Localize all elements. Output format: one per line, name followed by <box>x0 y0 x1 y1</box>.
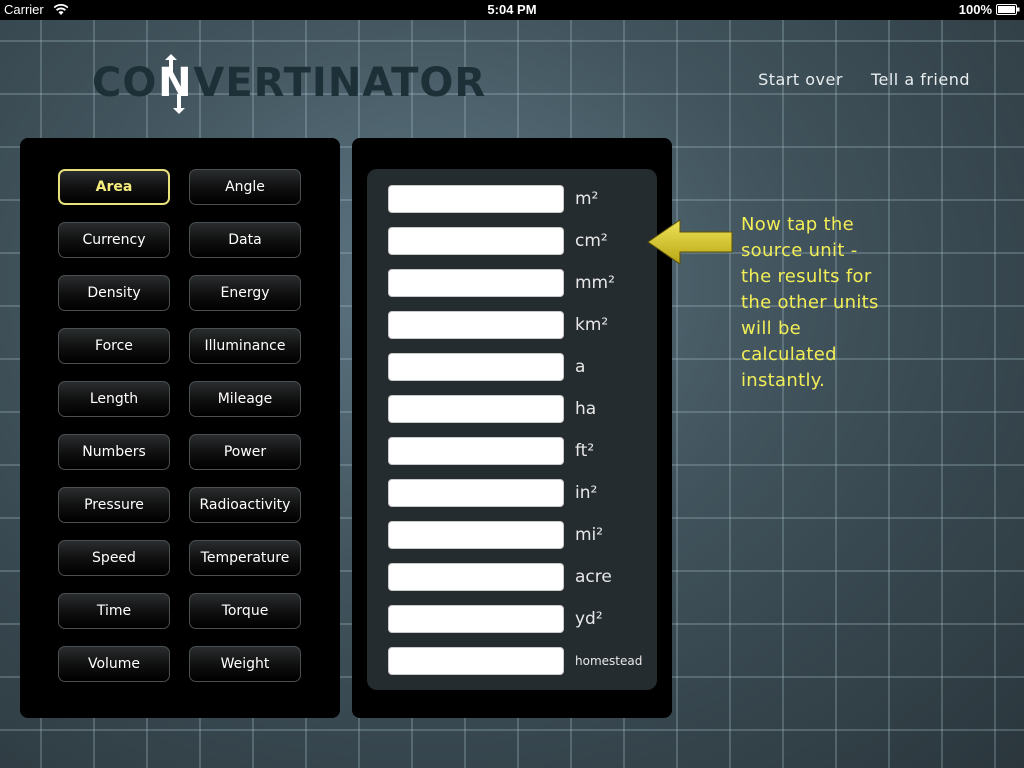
unit-label[interactable]: ft² <box>575 441 594 461</box>
category-panel: Area Angle Currency Data Density Energy Force I… <box>20 138 340 718</box>
category-button-illuminance[interactable]: Illuminance <box>189 328 301 364</box>
category-button-weight[interactable]: Weight <box>189 646 301 682</box>
hint-line: the results for <box>741 266 872 287</box>
unit-value-input[interactable] <box>388 185 564 213</box>
unit-label[interactable]: ha <box>575 399 596 419</box>
category-button-speed[interactable]: Speed <box>58 540 170 576</box>
category-button-area[interactable]: Area <box>58 169 170 205</box>
logo-text-end: VERTINATOR <box>193 60 487 106</box>
left-arrow-icon <box>647 219 733 265</box>
app-background: CO N VERTINATOR Start over Tell a friend… <box>0 20 1024 768</box>
unit-value-input[interactable] <box>388 269 564 297</box>
unit-row: yd² <box>388 604 603 634</box>
unit-label[interactable]: km² <box>575 315 608 335</box>
category-button-pressure[interactable]: Pressure <box>58 487 170 523</box>
category-button-volume[interactable]: Volume <box>58 646 170 682</box>
category-button-density[interactable]: Density <box>58 275 170 311</box>
unit-value-input[interactable] <box>388 479 564 507</box>
unit-label[interactable]: acre <box>575 567 612 587</box>
battery-percent: 100% <box>958 2 992 17</box>
unit-label[interactable]: mm² <box>575 273 615 293</box>
up-down-arrows-icon <box>165 54 186 114</box>
unit-label[interactable]: m² <box>575 189 598 209</box>
category-button-data[interactable]: Data <box>189 222 301 258</box>
unit-label[interactable]: a <box>575 357 585 377</box>
unit-value-input[interactable] <box>388 227 564 255</box>
category-button-length[interactable]: Length <box>58 381 170 417</box>
unit-value-input[interactable] <box>388 353 564 381</box>
unit-row: a <box>388 352 585 382</box>
hint-line: instantly. <box>741 370 826 391</box>
category-button-numbers[interactable]: Numbers <box>58 434 170 470</box>
unit-row: in² <box>388 478 597 508</box>
hint-line: calculated <box>741 344 837 365</box>
unit-value-input[interactable] <box>388 563 564 591</box>
unit-value-input[interactable] <box>388 311 564 339</box>
instruction-hint: Now tap the source unit - the results for t… <box>741 212 961 394</box>
unit-value-input[interactable] <box>388 395 564 423</box>
unit-row: acre <box>388 562 612 592</box>
category-button-angle[interactable]: Angle <box>189 169 301 205</box>
unit-label[interactable]: in² <box>575 483 597 503</box>
unit-row: km² <box>388 310 608 340</box>
battery-icon <box>996 4 1020 15</box>
unit-label[interactable]: mi² <box>575 525 603 545</box>
category-button-radioactivity[interactable]: Radioactivity <box>189 487 301 523</box>
unit-label[interactable]: cm² <box>575 231 608 251</box>
unit-row: ft² <box>388 436 594 466</box>
logo-text-start: CO <box>92 60 158 106</box>
unit-value-input[interactable] <box>388 437 564 465</box>
unit-value-input[interactable] <box>388 605 564 633</box>
start-over-link[interactable]: Start over <box>758 70 843 89</box>
tell-a-friend-link[interactable]: Tell a friend <box>871 70 970 89</box>
logo-text-n: N <box>157 54 193 114</box>
unit-value-input[interactable] <box>388 647 564 675</box>
category-button-mileage[interactable]: Mileage <box>189 381 301 417</box>
unit-row: ha <box>388 394 596 424</box>
category-button-time[interactable]: Time <box>58 593 170 629</box>
status-time: 5:04 PM <box>487 2 537 17</box>
status-bar: Carrier 5:04 PM 100% <box>0 0 1024 20</box>
hint-line: source unit - <box>741 240 858 261</box>
category-button-power[interactable]: Power <box>189 434 301 470</box>
hint-line: Now tap the <box>741 214 854 235</box>
category-button-currency[interactable]: Currency <box>58 222 170 258</box>
unit-row: m² <box>388 184 598 214</box>
unit-row: cm² <box>388 226 608 256</box>
category-button-temperature[interactable]: Temperature <box>189 540 301 576</box>
unit-panel: m² cm² mm² km² a ha ft² in² mi² acre yd² homestead <box>352 138 672 718</box>
unit-row: mi² <box>388 520 603 550</box>
category-button-torque[interactable]: Torque <box>189 593 301 629</box>
hint-line: the other units <box>741 292 879 313</box>
app-logo: CO N VERTINATOR <box>92 54 487 114</box>
hint-line: will be <box>741 318 802 339</box>
unit-row: homestead <box>388 646 642 676</box>
unit-list: m² cm² mm² km² a ha ft² in² mi² acre yd² homestead <box>367 169 657 690</box>
top-links: Start over Tell a friend <box>758 70 970 89</box>
unit-value-input[interactable] <box>388 521 564 549</box>
unit-row: mm² <box>388 268 615 298</box>
unit-label[interactable]: yd² <box>575 609 603 629</box>
category-button-energy[interactable]: Energy <box>189 275 301 311</box>
unit-label[interactable]: homestead <box>575 654 642 668</box>
category-button-force[interactable]: Force <box>58 328 170 364</box>
